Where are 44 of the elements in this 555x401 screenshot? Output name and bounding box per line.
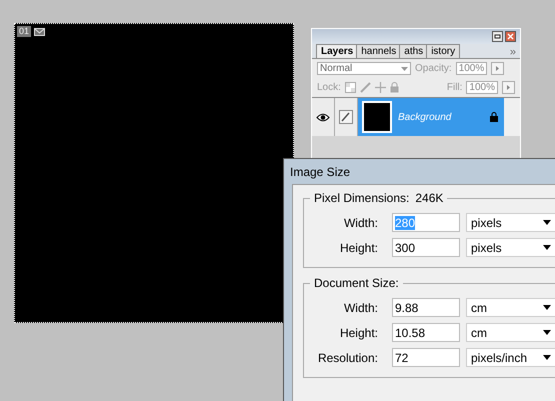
field-label: Resolution: [316,350,378,364]
input-field[interactable]: 72 [392,348,460,367]
file-size-value: 246K [415,191,444,205]
input-field[interactable]: 10.58 [392,323,460,342]
lock-label: Lock: [317,82,341,93]
triangle-right-icon[interactable] [491,62,504,75]
palette-tab[interactable]: hannels [356,44,402,58]
fill-label: Fill: [446,82,462,93]
group-title: Document Size: [314,276,399,290]
opacity-field[interactable]: 100% [456,62,488,75]
document-tag: 01 [17,26,32,37]
field-label: Height: [338,240,378,254]
caret-icon[interactable] [543,245,551,250]
field-label: Width: [342,216,378,230]
palette-tab[interactable]: istory [426,44,460,58]
input-field[interactable]: 9.88 [392,298,460,317]
dialog-title: Image Size [289,164,352,181]
palette-tab[interactable]: aths [399,44,428,58]
caret-icon[interactable] [543,330,551,335]
scrollbar[interactable] [504,98,520,136]
group-title: Pixel Dimensions: [314,191,410,205]
blend-mode-dropdown[interactable]: Normal [317,62,411,75]
layer-thumbnail [362,101,392,133]
caret-icon[interactable] [543,355,551,360]
unit-dropdown[interactable]: cm [466,323,555,342]
caret-icon[interactable] [543,305,551,310]
palette-menu-button[interactable]: » [510,46,516,58]
palette-tab[interactable]: Layers [316,44,358,58]
minimize-icon[interactable] [492,31,503,42]
field-label: Width: [342,300,378,314]
fill-field[interactable]: 100% [466,81,498,94]
field-label: Height: [338,326,378,340]
eye-icon[interactable] [316,112,330,122]
envelope-icon[interactable] [34,28,46,36]
unit-dropdown[interactable]: cm [466,298,555,317]
caret-icon[interactable] [543,220,551,225]
triangle-right-icon[interactable] [502,81,515,94]
unit-dropdown[interactable]: pixels/inch [466,348,555,367]
opacity-label: Opacity: [415,63,452,74]
unit-dropdown[interactable]: pixels [466,238,555,257]
close-icon[interactable] [505,31,516,42]
layer-name: Background [398,112,452,122]
unit-dropdown[interactable]: pixels [466,213,555,232]
input-field[interactable]: 300 [392,238,460,257]
